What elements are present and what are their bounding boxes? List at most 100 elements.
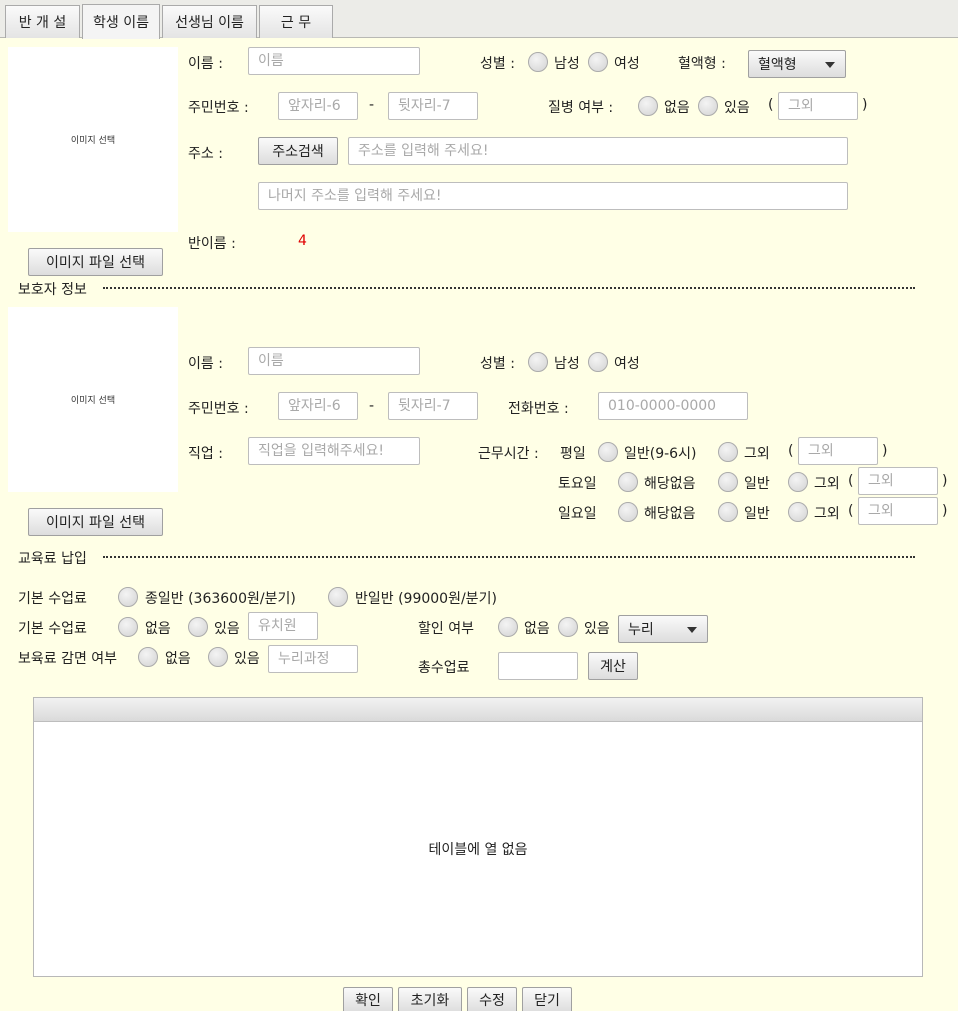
chevron-down-icon: [687, 627, 697, 633]
total-tuition-input[interactable]: [498, 652, 578, 680]
discount-none-label: 없음: [524, 621, 550, 637]
nuri-course-input[interactable]: [268, 645, 358, 673]
sunday-na-label: 해당없음: [644, 506, 696, 522]
disease-label: 질병 여부 :: [548, 100, 614, 116]
tab-class-open[interactable]: 반 개 설: [5, 5, 80, 38]
paren-close: ): [942, 503, 948, 519]
reduction-yes-label: 있음: [234, 651, 260, 667]
tab-student-name[interactable]: 학생 이름: [82, 4, 160, 39]
tab-work[interactable]: 근 무: [259, 5, 333, 38]
saturday-normal-label: 일반: [744, 476, 770, 492]
student-rrn-dash: -: [369, 97, 375, 113]
weekday-label: 평일: [560, 446, 586, 462]
kinder-input[interactable]: [248, 612, 318, 640]
weekday-normal-radio[interactable]: [598, 442, 618, 462]
student-image-select-button[interactable]: 이미지 파일 선택: [28, 248, 163, 276]
address-input[interactable]: [348, 137, 848, 165]
student-rrn-front-input[interactable]: [278, 92, 358, 120]
student-rrn-label: 주민번호 :: [188, 100, 249, 116]
paren-close: ): [942, 473, 948, 489]
sunday-normal-radio[interactable]: [718, 502, 738, 522]
saturday-na-radio[interactable]: [618, 472, 638, 492]
disease-other-input[interactable]: [778, 92, 858, 120]
nuri-dropdown[interactable]: 누리: [618, 615, 708, 643]
paren-close: ): [862, 97, 868, 113]
confirm-button[interactable]: 확인: [343, 987, 393, 1011]
kinder-yes-radio[interactable]: [188, 617, 208, 637]
phone-label: 전화번호 :: [508, 401, 569, 417]
kinder-yes-label: 있음: [214, 621, 240, 637]
blood-type-label: 혈액형 :: [678, 56, 726, 72]
sunday-other-radio[interactable]: [788, 502, 808, 522]
address-search-button[interactable]: 주소검색: [258, 137, 338, 165]
weekday-other-input[interactable]: [798, 437, 878, 465]
student-female-radio[interactable]: [588, 52, 608, 72]
saturday-normal-radio[interactable]: [718, 472, 738, 492]
paren-open: (: [768, 97, 774, 113]
guardian-image-preview: 이미지 선택: [8, 307, 178, 492]
reduction-yes-radio[interactable]: [208, 647, 228, 667]
discount-none-radio[interactable]: [498, 617, 518, 637]
student-male-radio[interactable]: [528, 52, 548, 72]
halfday-label: 반일반 (99000원/분기): [355, 591, 497, 607]
job-input[interactable]: [248, 437, 420, 465]
paren-open: (: [788, 443, 794, 459]
close-button[interactable]: 닫기: [522, 987, 572, 1011]
worktime-label: 근무시간 :: [478, 446, 539, 462]
nuri-value: 누리: [628, 622, 654, 638]
sunday-other-input[interactable]: [858, 497, 938, 525]
disease-yes-radio[interactable]: [698, 96, 718, 116]
data-table[interactable]: 테이블에 열 없음: [33, 697, 923, 977]
halfday-radio[interactable]: [328, 587, 348, 607]
tab-bar: 반 개 설 학생 이름 선생님 이름 근 무: [0, 0, 958, 39]
chevron-down-icon: [825, 62, 835, 68]
job-label: 직업 :: [188, 446, 223, 462]
section-divider: [103, 556, 915, 558]
address-label: 주소 :: [188, 146, 223, 162]
sunday-normal-label: 일반: [744, 506, 770, 522]
kinder-none-radio[interactable]: [118, 617, 138, 637]
guardian-female-radio[interactable]: [588, 352, 608, 372]
guardian-name-input[interactable]: [248, 347, 420, 375]
edit-button[interactable]: 수정: [467, 987, 517, 1011]
guardian-rrn-back-input[interactable]: [388, 392, 478, 420]
weekday-other-radio[interactable]: [718, 442, 738, 462]
disease-none-radio[interactable]: [638, 96, 658, 116]
guardian-female-label: 여성: [614, 356, 640, 372]
saturday-other-radio[interactable]: [788, 472, 808, 492]
reset-button[interactable]: 초기화: [398, 987, 462, 1011]
sunday-na-radio[interactable]: [618, 502, 638, 522]
class-name-label: 반이름 :: [188, 236, 236, 252]
student-image-placeholder: 이미지 선택: [70, 136, 116, 146]
guardian-name-label: 이름 :: [188, 356, 223, 372]
disease-none-label: 없음: [664, 100, 690, 116]
reduction-none-label: 없음: [165, 651, 191, 667]
fullday-radio[interactable]: [118, 587, 138, 607]
saturday-other-label: 그외: [814, 476, 840, 492]
saturday-na-label: 해당없음: [644, 476, 696, 492]
student-rrn-back-input[interactable]: [388, 92, 478, 120]
phone-input[interactable]: [598, 392, 748, 420]
disease-yes-label: 있음: [724, 100, 750, 116]
blood-type-dropdown[interactable]: 혈액형: [748, 50, 846, 78]
blood-type-value: 혈액형: [758, 57, 797, 73]
student-female-label: 여성: [614, 56, 640, 72]
guardian-image-placeholder: 이미지 선택: [70, 396, 116, 406]
saturday-other-input[interactable]: [858, 467, 938, 495]
guardian-gender-label: 성별 :: [480, 356, 515, 372]
total-tuition-label: 총수업료: [418, 660, 470, 676]
student-name-input[interactable]: [248, 47, 420, 75]
address-rest-input[interactable]: [258, 182, 848, 210]
guardian-image-select-button[interactable]: 이미지 파일 선택: [28, 508, 163, 536]
reduction-none-radio[interactable]: [138, 647, 158, 667]
guardian-rrn-front-input[interactable]: [278, 392, 358, 420]
discount-yes-label: 있음: [584, 621, 610, 637]
guardian-section-title: 보호자 정보: [18, 282, 87, 298]
guardian-male-radio[interactable]: [528, 352, 548, 372]
calculate-button[interactable]: 계산: [588, 652, 638, 680]
paren-open: (: [848, 473, 854, 489]
weekday-other-label: 그외: [744, 446, 770, 462]
table-empty-placeholder: 테이블에 열 없음: [34, 722, 922, 976]
tab-teacher-name[interactable]: 선생님 이름: [162, 5, 257, 38]
discount-yes-radio[interactable]: [558, 617, 578, 637]
